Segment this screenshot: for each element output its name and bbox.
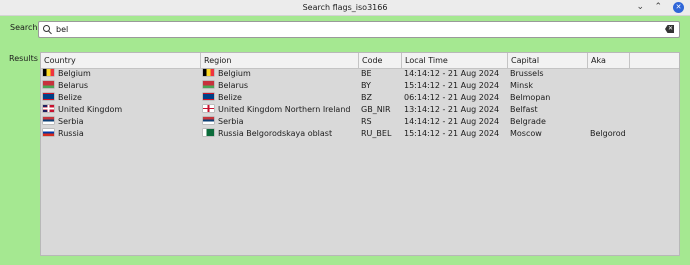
region-cell: United Kingdom Northern Ireland <box>218 105 351 114</box>
column-header-region[interactable]: Region <box>201 53 359 68</box>
column-header-country[interactable]: Country <box>41 53 201 68</box>
belgium-flag-icon <box>203 69 214 76</box>
capital-cell: Brussels <box>510 69 544 78</box>
results-label: Results <box>9 54 38 63</box>
belize-flag-icon <box>43 93 54 100</box>
capital-cell: Belgrade <box>510 117 546 126</box>
minimize-icon[interactable]: ⌄ <box>636 2 644 12</box>
code-cell: GB_NIR <box>361 105 391 114</box>
country-cell: United Kingdom <box>58 105 123 114</box>
column-header-capital[interactable]: Capital <box>508 53 588 68</box>
capital-cell: Belmopan <box>510 93 551 102</box>
table-header: Country Region Code Local Time Capital A… <box>41 53 679 69</box>
time-cell: 14:14:12 - 21 Aug 2024 <box>404 117 500 126</box>
time-cell: 15:14:12 - 21 Aug 2024 <box>404 129 500 138</box>
time-cell: 13:14:12 - 21 Aug 2024 <box>404 105 500 114</box>
country-cell: Belarus <box>58 81 89 90</box>
region-cell: Russia Belgorodskaya oblast <box>218 129 333 138</box>
column-header-code[interactable]: Code <box>359 53 402 68</box>
search-input[interactable]: bel ✕ <box>38 21 680 38</box>
title-bar: Search flags_iso3166 ⌄ ⌃ ✕ <box>0 0 690 16</box>
clear-icon: ✕ <box>668 25 674 32</box>
code-cell: BE <box>361 69 372 78</box>
country-cell: Belgium <box>58 69 91 78</box>
belgium-flag-icon <box>43 69 54 76</box>
capital-cell: Minsk <box>510 81 533 90</box>
column-header-aka[interactable]: Aka <box>588 53 630 68</box>
table-row[interactable]: Belgium Belgium BE 14:14:12 - 21 Aug 202… <box>41 68 679 80</box>
country-cell: Serbia <box>58 117 84 126</box>
belarus-flag-icon <box>43 81 54 88</box>
search-label: Search <box>10 23 38 32</box>
table-row[interactable]: Serbia Serbia RS 14:14:12 - 21 Aug 2024 … <box>41 116 679 128</box>
time-cell: 14:14:12 - 21 Aug 2024 <box>404 69 500 78</box>
time-cell: 06:14:12 - 21 Aug 2024 <box>404 93 500 102</box>
code-cell: BY <box>361 81 371 90</box>
code-cell: RU_BEL <box>361 129 392 138</box>
uk-flag-icon <box>43 105 54 112</box>
region-cell: Belgium <box>218 69 251 78</box>
code-cell: BZ <box>361 93 372 102</box>
region-cell: Belarus <box>218 81 249 90</box>
table-row[interactable]: Belarus Belarus BY 15:14:12 - 21 Aug 202… <box>41 80 679 92</box>
window-title: Search flags_iso3166 <box>302 3 388 12</box>
country-cell: Russia <box>58 129 84 138</box>
belgorod-flag-icon <box>203 129 214 136</box>
code-cell: RS <box>361 117 372 126</box>
table-row[interactable]: Russia Russia Belgorodskaya oblast RU_BE… <box>41 128 679 140</box>
region-cell: Belize <box>218 93 242 102</box>
clear-search-button[interactable]: ✕ <box>665 25 674 33</box>
table-row[interactable]: Belize Belize BZ 06:14:12 - 21 Aug 2024 … <box>41 92 679 104</box>
aka-cell: Belgorod <box>590 129 626 138</box>
maximize-icon[interactable]: ⌃ <box>654 2 662 12</box>
belize-flag-icon <box>203 93 214 100</box>
region-cell: Serbia <box>218 117 244 126</box>
close-icon: ✕ <box>675 3 682 11</box>
russia-flag-icon <box>43 129 54 136</box>
serbia-flag-icon <box>203 117 214 124</box>
belarus-flag-icon <box>203 81 214 88</box>
capital-cell: Belfast <box>510 105 538 114</box>
country-cell: Belize <box>58 93 82 102</box>
column-header-local-time[interactable]: Local Time <box>402 53 508 68</box>
serbia-flag-icon <box>43 117 54 124</box>
close-button[interactable]: ✕ <box>673 2 684 13</box>
results-table[interactable]: Country Region Code Local Time Capital A… <box>40 52 680 256</box>
time-cell: 15:14:12 - 21 Aug 2024 <box>404 81 500 90</box>
table-row[interactable]: United Kingdom United Kingdom Northern I… <box>41 104 679 116</box>
capital-cell: Moscow <box>510 129 542 138</box>
search-input-value[interactable]: bel <box>56 25 68 34</box>
northern-ireland-flag-icon <box>203 105 214 112</box>
